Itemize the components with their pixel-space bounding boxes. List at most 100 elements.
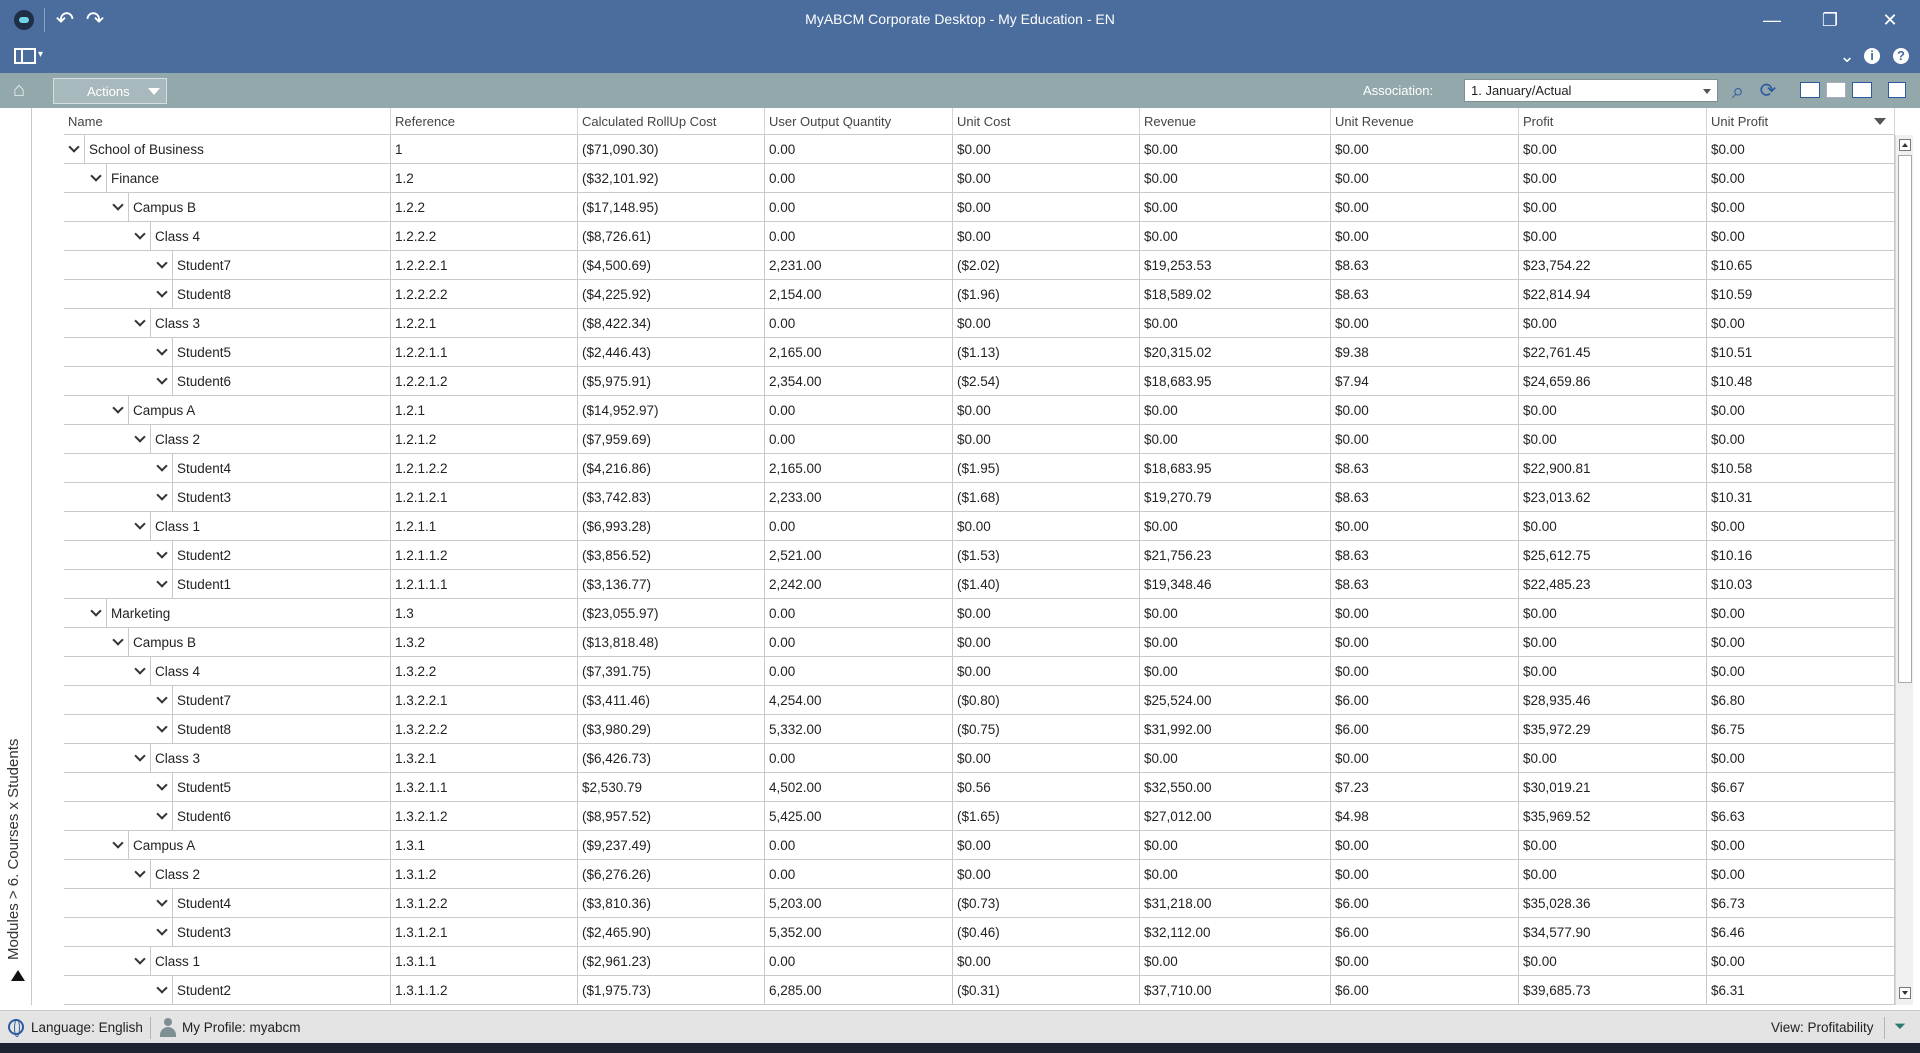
chevron-down-icon[interactable]: [113, 405, 123, 415]
table-row[interactable]: Student6 1.2.2.1.2 ($5,975.91) 2,354.00 ($2.…: [64, 367, 1895, 396]
cell-unit-profit: $10.16: [1707, 541, 1895, 569]
chevron-down-icon[interactable]: [157, 724, 167, 734]
chevron-down-icon[interactable]: [157, 492, 167, 502]
association-select[interactable]: 1. January/Actual: [1464, 79, 1718, 102]
chevron-down-icon[interactable]: [135, 434, 145, 444]
collapse-ribbon-icon[interactable]: ⌄: [1837, 46, 1857, 66]
help-icon[interactable]: ?: [1893, 48, 1909, 64]
table-row[interactable]: Student8 1.3.2.2.2 ($3,980.29) 5,332.00 ($0.…: [64, 715, 1895, 744]
table-row[interactable]: Class 1 1.3.1.1 ($2,961.23) 0.00 $0.00 $0.00 $…: [64, 947, 1895, 976]
table-row[interactable]: School of Business 1 ($71,090.30) 0.00 $0.00…: [64, 135, 1895, 164]
restore-button[interactable]: ❐: [1810, 6, 1850, 34]
info-icon[interactable]: i: [1864, 48, 1880, 64]
table-row[interactable]: Class 2 1.2.1.2 ($7,959.69) 0.00 $0.00 $0.00 $…: [64, 425, 1895, 454]
table-row[interactable]: Student4 1.3.1.2.2 ($3,810.36) 5,203.00 ($0.…: [64, 889, 1895, 918]
table-row[interactable]: Student6 1.3.2.1.2 ($8,957.52) 5,425.00 ($1.…: [64, 802, 1895, 831]
chevron-down-icon[interactable]: [135, 956, 145, 966]
table-row[interactable]: Campus B 1.2.2 ($17,148.95) 0.00 $0.00 $0.00 $…: [64, 193, 1895, 222]
table-row[interactable]: Finance 1.2 ($32,101.92) 0.00 $0.00 $0.00 $0.0…: [64, 164, 1895, 193]
vertical-scrollbar[interactable]: [1895, 135, 1913, 1005]
chevron-down-icon[interactable]: [91, 173, 101, 183]
table-row[interactable]: Student2 1.2.1.1.2 ($3,856.52) 2,521.00 ($1.…: [64, 541, 1895, 570]
chevron-down-icon[interactable]: [135, 869, 145, 879]
table-row[interactable]: Class 3 1.2.2.1 ($8,422.34) 0.00 $0.00 $0.00 $…: [64, 309, 1895, 338]
close-button[interactable]: ✕: [1870, 6, 1910, 34]
chevron-down-icon[interactable]: [157, 985, 167, 995]
column-reference-header[interactable]: Reference: [391, 108, 578, 135]
table-row[interactable]: Class 3 1.3.2.1 ($6,426.73) 0.00 $0.00 $0.00 $…: [64, 744, 1895, 773]
grid-view-icon[interactable]: [1888, 82, 1906, 98]
chevron-down-icon[interactable]: [157, 695, 167, 705]
table-row[interactable]: Student4 1.2.1.2.2 ($4,216.86) 2,165.00 ($1.…: [64, 454, 1895, 483]
layout-panel-icon[interactable]: [14, 48, 36, 64]
chevron-down-icon[interactable]: [135, 231, 145, 241]
table-row[interactable]: Student8 1.2.2.2.2 ($4,225.92) 2,154.00 ($1.…: [64, 280, 1895, 309]
minimize-button[interactable]: —: [1752, 6, 1792, 34]
table-row[interactable]: Class 4 1.3.2.2 ($7,391.75) 0.00 $0.00 $0.00 $…: [64, 657, 1895, 686]
chevron-down-icon[interactable]: [113, 202, 123, 212]
chevron-down-icon[interactable]: [157, 289, 167, 299]
chevron-down-icon[interactable]: [157, 782, 167, 792]
table-row[interactable]: Student2 1.3.1.1.2 ($1,975.73) 6,285.00 ($0.…: [64, 976, 1895, 1005]
scroll-thumb[interactable]: [1898, 155, 1912, 683]
table-row[interactable]: Campus B 1.3.2 ($13,818.48) 0.00 $0.00 $0.00 $…: [64, 628, 1895, 657]
refresh-icon[interactable]: ⟳: [1757, 80, 1779, 102]
chevron-down-icon[interactable]: [113, 637, 123, 647]
full-view-icon[interactable]: [1826, 82, 1846, 98]
left-panel-view-icon[interactable]: [1800, 82, 1820, 98]
chevron-down-icon[interactable]: [135, 666, 145, 676]
column-revenue-header[interactable]: Revenue: [1140, 108, 1331, 135]
column-output-quantity-header[interactable]: User Output Quantity: [765, 108, 953, 135]
column-unit-revenue-header[interactable]: Unit Revenue: [1331, 108, 1519, 135]
view-status[interactable]: View: Profitability: [1771, 1020, 1874, 1035]
column-unit-profit-header[interactable]: Unit Profit: [1707, 108, 1895, 135]
table-row[interactable]: Marketing 1.3 ($23,055.97) 0.00 $0.00 $0.00 $0…: [64, 599, 1895, 628]
chevron-down-icon[interactable]: [157, 347, 167, 357]
chevron-down-icon[interactable]: [157, 579, 167, 589]
table-row[interactable]: Class 2 1.3.1.2 ($6,276.26) 0.00 $0.00 $0.00 $…: [64, 860, 1895, 889]
table-row[interactable]: Class 4 1.2.2.2 ($8,726.61) 0.00 $0.00 $0.00 $…: [64, 222, 1895, 251]
chevron-down-icon[interactable]: [157, 550, 167, 560]
chevron-down-icon[interactable]: [135, 318, 145, 328]
home-icon[interactable]: ⌂: [8, 79, 30, 101]
table-row[interactable]: Class 1 1.2.1.1 ($6,993.28) 0.00 $0.00 $0.00 $…: [64, 512, 1895, 541]
column-rollup-cost-header[interactable]: Calculated RollUp Cost: [578, 108, 765, 135]
table-row[interactable]: Student3 1.3.1.2.1 ($2,465.90) 5,352.00 ($0.…: [64, 918, 1895, 947]
table-row[interactable]: Student7 1.2.2.2.1 ($4,500.69) 2,231.00 ($2.…: [64, 251, 1895, 280]
column-profit-header[interactable]: Profit: [1519, 108, 1707, 135]
table-row[interactable]: Campus A 1.2.1 ($14,952.97) 0.00 $0.00 $0.00 $…: [64, 396, 1895, 425]
profile-status[interactable]: My Profile: myabcm: [182, 1020, 301, 1035]
chevron-down-icon[interactable]: [157, 898, 167, 908]
layout-dropdown-icon[interactable]: ▾: [38, 49, 43, 60]
actions-button[interactable]: Actions: [53, 78, 167, 104]
chevron-down-icon[interactable]: [157, 260, 167, 270]
module-breadcrumb[interactable]: Modules > 6. Courses x Students: [5, 739, 22, 960]
table-row[interactable]: Campus A 1.3.1 ($9,237.49) 0.00 $0.00 $0.00 $0…: [64, 831, 1895, 860]
chevron-down-icon[interactable]: [135, 521, 145, 531]
chevron-down-icon[interactable]: [69, 144, 79, 154]
table-row[interactable]: Student1 1.2.1.1.1 ($3,136.77) 2,242.00 ($1.…: [64, 570, 1895, 599]
table-row[interactable]: Student5 1.3.2.1.1 $2,530.79 4,502.00 $0.56 $…: [64, 773, 1895, 802]
search-icon[interactable]: ⌕: [1727, 80, 1749, 102]
table-row[interactable]: Student5 1.2.2.1.1 ($2,446.43) 2,165.00 ($1.…: [64, 338, 1895, 367]
chevron-down-icon[interactable]: [157, 927, 167, 937]
chevron-down-icon[interactable]: [113, 840, 123, 850]
column-name-header[interactable]: Name: [64, 108, 391, 135]
filter-icon[interactable]: ⏷: [1894, 1018, 1910, 1038]
scroll-up-button[interactable]: [1899, 139, 1911, 151]
expand-panel-icon[interactable]: [11, 970, 25, 981]
language-status[interactable]: Language: English: [31, 1020, 143, 1035]
column-unit-cost-header[interactable]: Unit Cost: [953, 108, 1140, 135]
cell-reference: 1.3.1.2.2: [391, 889, 578, 917]
scroll-down-button[interactable]: [1899, 987, 1911, 999]
chevron-down-icon[interactable]: [157, 463, 167, 473]
chevron-down-icon[interactable]: [157, 811, 167, 821]
table-row[interactable]: Student3 1.2.1.2.1 ($3,742.83) 2,233.00 ($1.…: [64, 483, 1895, 512]
table-row[interactable]: Student7 1.3.2.2.1 ($3,411.46) 4,254.00 ($0.…: [64, 686, 1895, 715]
chevron-down-icon[interactable]: [91, 608, 101, 618]
chevron-down-icon[interactable]: [157, 376, 167, 386]
right-panel-view-icon[interactable]: [1852, 82, 1872, 98]
column-chooser-icon[interactable]: [1874, 118, 1886, 125]
cell-revenue: $31,218.00: [1140, 889, 1331, 917]
chevron-down-icon[interactable]: [135, 753, 145, 763]
